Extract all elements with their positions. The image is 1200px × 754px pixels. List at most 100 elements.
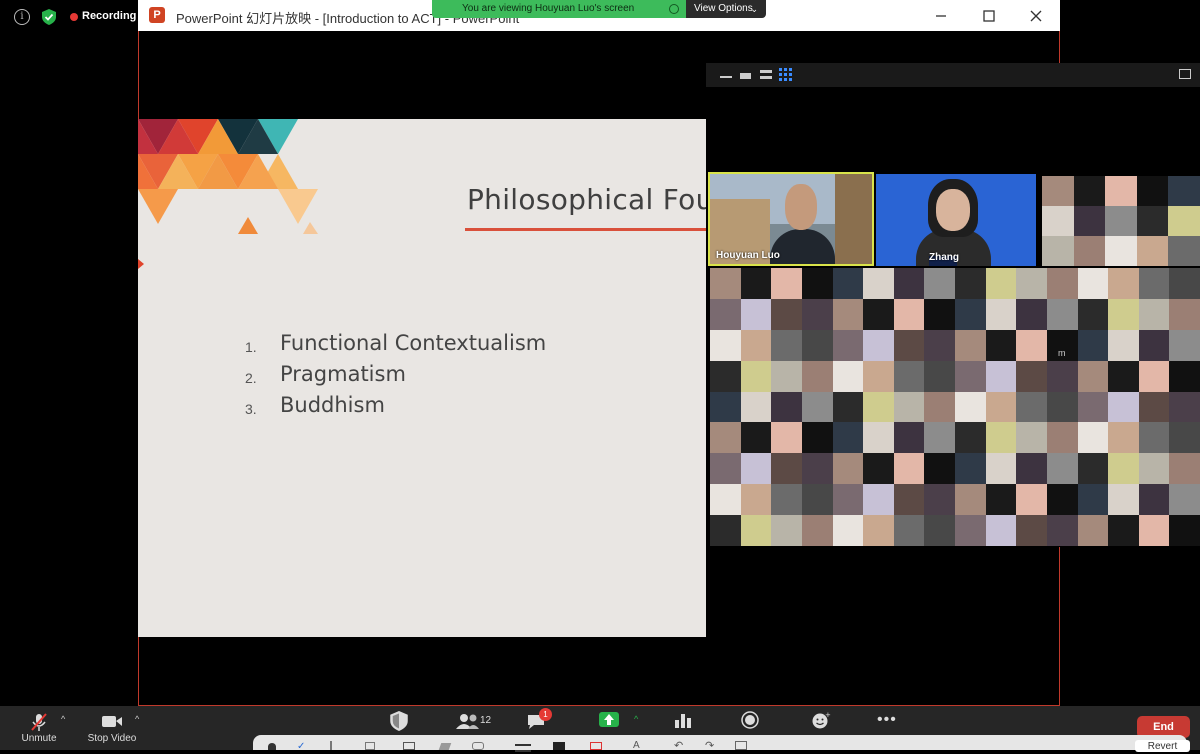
pixel-block xyxy=(1077,329,1109,361)
close-button[interactable] xyxy=(1026,6,1046,26)
undo-icon[interactable]: ↶ xyxy=(674,739,683,752)
pixel-block xyxy=(801,268,833,299)
pixel-block xyxy=(1168,236,1200,266)
pixel-block xyxy=(955,515,986,546)
thumbnail-view-icon[interactable] xyxy=(740,73,751,79)
pixel-block xyxy=(1136,176,1169,206)
list-number: 2. xyxy=(245,370,257,386)
speaker-view-icon[interactable] xyxy=(760,70,772,79)
pixel-block xyxy=(1073,206,1106,236)
save-annotation-icon[interactable] xyxy=(735,741,747,750)
pixel-block xyxy=(1168,176,1200,206)
participant-face xyxy=(936,189,970,231)
pixel-block xyxy=(740,268,772,299)
pixel-block xyxy=(924,329,955,361)
share-arrow-up-icon xyxy=(604,714,614,725)
video-options-caret-icon[interactable]: ^ xyxy=(135,714,139,724)
color-tool-icon[interactable] xyxy=(553,742,565,750)
minimize-video-icon[interactable] xyxy=(720,76,732,78)
pixel-block xyxy=(1046,298,1078,330)
pixel-block xyxy=(1138,422,1170,454)
pixel-block xyxy=(893,453,925,485)
pixel-block xyxy=(740,298,772,330)
pixel-block xyxy=(771,268,802,299)
video-tile-grid[interactable]: m xyxy=(710,268,1200,546)
view-options-button[interactable]: View Options ⌄ xyxy=(686,0,766,18)
chat-button[interactable]: 1 xyxy=(526,707,556,733)
pixel-block xyxy=(1077,484,1109,516)
pixel-block xyxy=(893,268,925,299)
redo-icon[interactable]: ↷ xyxy=(705,739,714,752)
chevron-down-icon: ⌄ xyxy=(750,4,758,14)
gallery-view-icon[interactable] xyxy=(779,68,792,81)
microphone-muted-icon xyxy=(31,713,47,731)
video-tile[interactable]: Zhang xyxy=(876,174,1036,266)
draw-tool-icon[interactable] xyxy=(365,742,375,750)
text-tool-icon[interactable] xyxy=(330,741,344,750)
pixel-block xyxy=(1077,391,1109,423)
pixel-block xyxy=(893,515,925,546)
pixel-block xyxy=(1016,298,1047,330)
more-options-icon[interactable]: ••• xyxy=(877,711,897,729)
format-tool-icon[interactable] xyxy=(515,744,531,752)
pixel-block xyxy=(1042,176,1074,206)
pixel-block xyxy=(710,360,741,392)
eraser-tool-icon[interactable] xyxy=(472,742,484,750)
pixel-block xyxy=(710,268,741,299)
exit-fullscreen-icon[interactable] xyxy=(1179,69,1191,79)
chat-unread-badge: 1 xyxy=(539,708,552,721)
security-button-shield-icon[interactable] xyxy=(390,711,408,731)
viewing-banner-text: You are viewing Houyuan Luo's screen xyxy=(462,3,635,14)
pixel-block xyxy=(832,453,864,485)
pixel-block xyxy=(1108,360,1139,392)
pixel-block xyxy=(1016,422,1047,454)
stop-video-button[interactable]: Stop Video xyxy=(82,710,142,746)
pixel-block xyxy=(893,360,925,392)
pixel-block xyxy=(710,298,741,330)
maximize-button[interactable] xyxy=(979,6,999,26)
stamp-tool-icon[interactable] xyxy=(403,742,415,750)
text-format-icon[interactable]: A xyxy=(633,740,640,751)
share-options-caret-icon[interactable]: ^ xyxy=(634,714,638,724)
pixel-block xyxy=(1042,206,1074,236)
pixel-block xyxy=(985,268,1017,299)
reactions-smiley-icon[interactable]: + xyxy=(811,711,831,729)
select-tool-icon[interactable]: ✓ xyxy=(297,741,311,752)
record-button-icon[interactable] xyxy=(741,711,759,729)
pixel-block xyxy=(924,422,955,454)
video-tile[interactable] xyxy=(1042,176,1200,266)
polling-bar-chart-icon[interactable] xyxy=(674,712,692,728)
pixel-block xyxy=(1169,484,1200,516)
pixel-block xyxy=(801,391,833,423)
pixel-block xyxy=(771,329,802,361)
pixel-block xyxy=(863,298,894,330)
clear-tool-icon[interactable] xyxy=(590,742,602,750)
pixel-block xyxy=(1169,298,1200,330)
unmute-button[interactable]: Unmute xyxy=(17,710,61,746)
revert-button[interactable]: Revert xyxy=(1135,740,1190,752)
participant-name: Houyuan Luo xyxy=(716,250,780,261)
pixel-block xyxy=(801,453,833,485)
mouse-tool-icon[interactable] xyxy=(268,743,276,750)
powerpoint-logo-icon: P xyxy=(149,7,165,23)
pixel-block xyxy=(801,484,833,516)
pixelated-video xyxy=(1042,176,1200,266)
info-icon[interactable]: i xyxy=(14,9,30,25)
pixel-block xyxy=(863,391,894,423)
participants-button[interactable]: 12 xyxy=(456,711,496,733)
share-screen-button[interactable] xyxy=(599,712,619,727)
pixel-block xyxy=(1169,515,1200,546)
svg-text:+: + xyxy=(825,711,831,719)
audio-options-caret-icon[interactable]: ^ xyxy=(61,714,65,724)
minimize-button[interactable] xyxy=(931,6,951,26)
video-tile-active-speaker[interactable]: Houyuan Luo xyxy=(708,172,874,266)
pixel-block xyxy=(832,329,864,361)
pixel-block xyxy=(710,422,741,454)
participant-name: m xyxy=(1058,348,1066,358)
pixel-block xyxy=(740,329,772,361)
pixel-block xyxy=(1046,391,1078,423)
pixel-block xyxy=(1046,515,1078,546)
pixel-block xyxy=(1108,391,1139,423)
security-shield-icon[interactable] xyxy=(42,9,56,25)
pixel-block xyxy=(955,484,986,516)
